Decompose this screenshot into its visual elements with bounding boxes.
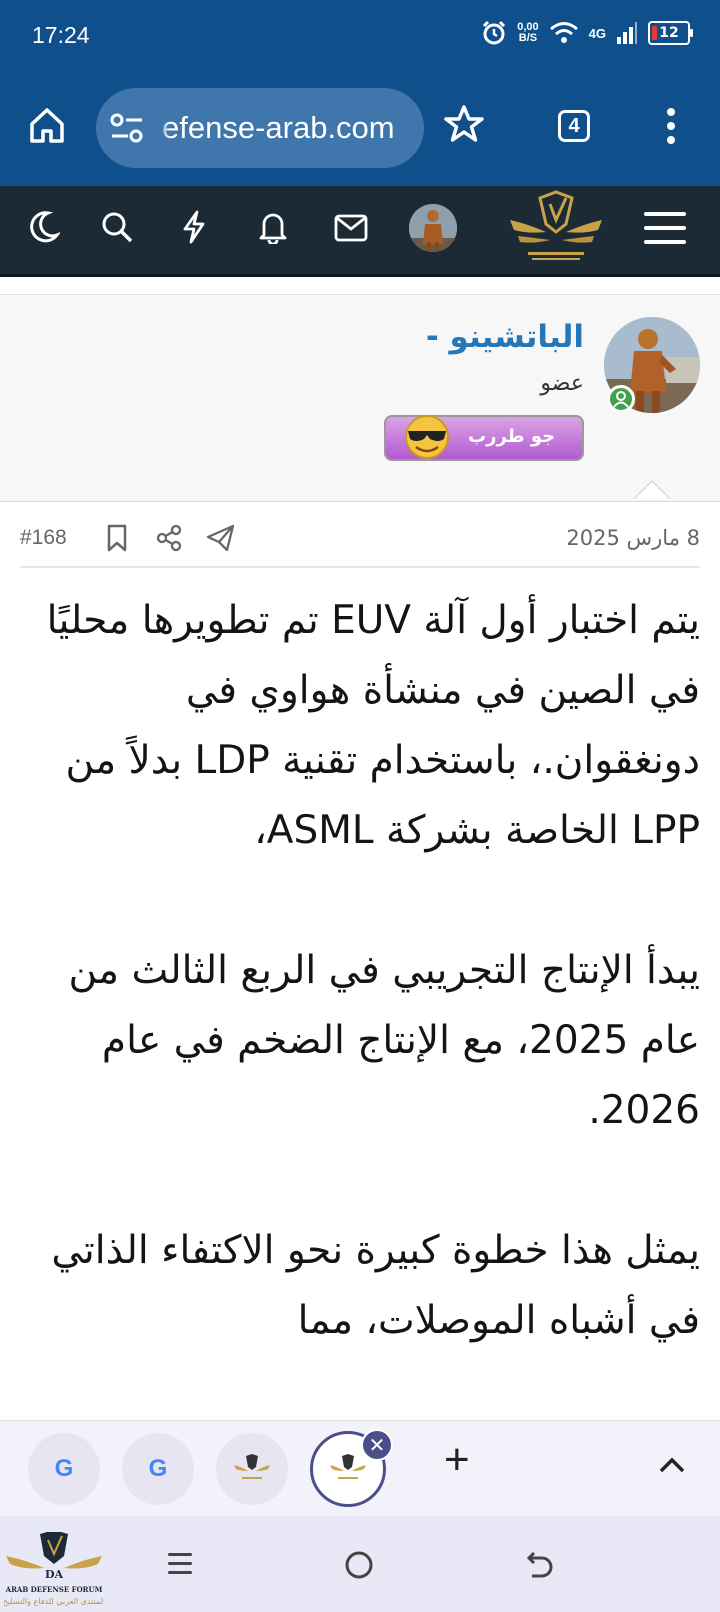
- moon-icon[interactable]: [28, 210, 60, 244]
- status-bar: 17:24 0,00 B/S 4G 12: [0, 0, 720, 74]
- post-author-panel: الباتشينو - عضو جو طررب: [0, 294, 720, 502]
- author-title: عضو: [540, 371, 584, 396]
- home-nav-icon[interactable]: [344, 1550, 374, 1580]
- wifi-icon: [549, 22, 578, 43]
- alarm-icon: [483, 20, 506, 45]
- net-speed-unit: B/S: [518, 32, 538, 44]
- watermark-line2: المنتدى العربي للدفاع والتسليح: [4, 1597, 104, 1606]
- tab-switcher-icon[interactable]: 4: [558, 110, 590, 142]
- system-navbar: DA ARAB DEFENSE FORUM المنتدى العربي للد…: [0, 1516, 720, 1612]
- site-settings-icon[interactable]: [110, 112, 144, 144]
- search-icon[interactable]: [100, 210, 134, 244]
- clock: 17:24: [32, 22, 90, 48]
- watermark-logo: DA ARAB DEFENSE FORUM المنتدى العربي للد…: [4, 1532, 104, 1606]
- star-icon[interactable]: [444, 104, 484, 144]
- tab-strip: G G +: [0, 1420, 720, 1517]
- post-content: يتم اختبار أول آلة EUV تم تطويرها محليًا…: [22, 586, 700, 1426]
- new-tab-button[interactable]: +: [444, 1435, 470, 1485]
- address-bar[interactable]: efense-arab.com: [96, 88, 424, 168]
- share-icon[interactable]: [156, 524, 182, 552]
- bolt-icon[interactable]: [180, 210, 208, 244]
- recent-apps-icon[interactable]: [166, 1550, 194, 1578]
- close-tab-button[interactable]: ✕: [361, 1429, 393, 1461]
- forum-logo-icon: [234, 1454, 270, 1479]
- google-tab[interactable]: G: [122, 1433, 194, 1505]
- post-date[interactable]: 8 مارس 2025: [566, 526, 700, 550]
- watermark-line1: ARAB DEFENSE FORUM: [5, 1585, 103, 1594]
- svg-text:DA: DA: [45, 1568, 64, 1581]
- post-paragraph: يتم اختبار أول آلة EUV تم تطويرها محليًا…: [46, 598, 700, 853]
- bell-icon[interactable]: [258, 210, 288, 244]
- status-icons: 0,00 B/S 4G 12: [481, 20, 693, 46]
- hamburger-menu-icon[interactable]: [644, 210, 686, 246]
- google-tab[interactable]: G: [28, 1433, 100, 1505]
- bookmark-icon[interactable]: [106, 524, 128, 552]
- net-speed: 0,00 B/S: [517, 22, 538, 44]
- post-paragraph: يمثل هذا خطوة كبيرة نحو الاكتفاء الذاتي …: [51, 1228, 700, 1343]
- google-icon: G: [54, 1455, 74, 1482]
- online-status-icon: [607, 385, 635, 413]
- author-name[interactable]: الباتشينو -: [426, 319, 584, 355]
- panel-arrow: [634, 482, 670, 500]
- user-banner: جو طررب: [384, 415, 584, 461]
- post-meta: #168 8 مارس 2025: [20, 510, 700, 568]
- forum-logo-icon: [330, 1454, 366, 1479]
- more-menu-icon[interactable]: [664, 106, 678, 146]
- back-icon[interactable]: [524, 1550, 554, 1580]
- battery-icon: 12: [648, 21, 693, 45]
- battery-level: 12: [659, 25, 679, 41]
- home-icon[interactable]: [28, 106, 66, 144]
- post-number[interactable]: #168: [20, 526, 67, 550]
- signal-icon: [617, 22, 637, 44]
- telegram-icon[interactable]: [206, 524, 236, 552]
- google-icon: G: [148, 1455, 168, 1482]
- smiley-sunglasses-icon: [405, 415, 449, 459]
- url-fade: [156, 88, 170, 168]
- url-text[interactable]: efense-arab.com: [162, 110, 395, 146]
- forum-navbar: [0, 186, 720, 277]
- user-avatar[interactable]: [409, 204, 457, 252]
- post-paragraph: يبدأ الإنتاج التجريبي في الربع الثالث من…: [68, 948, 700, 1133]
- forum-tab[interactable]: [216, 1433, 288, 1505]
- mail-icon[interactable]: [334, 214, 368, 242]
- banner-text: جو طررب: [468, 426, 556, 447]
- forum-logo[interactable]: [506, 190, 606, 270]
- chevron-up-icon[interactable]: [658, 1455, 686, 1475]
- network-type: 4G: [588, 25, 606, 41]
- browser-toolbar: efense-arab.com 4: [0, 74, 720, 186]
